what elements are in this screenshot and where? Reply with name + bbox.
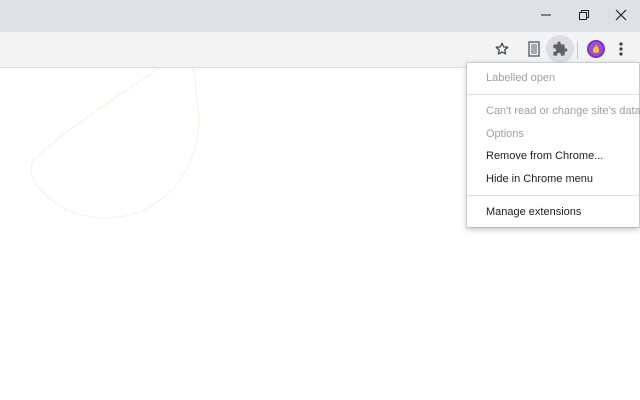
profile-avatar bbox=[587, 40, 605, 58]
extension-context-menu: Labelled open Can't read or change site'… bbox=[467, 63, 640, 227]
extensions-menu-button[interactable] bbox=[546, 35, 574, 63]
close-button[interactable] bbox=[602, 0, 640, 30]
restore-button[interactable] bbox=[565, 0, 603, 30]
star-icon bbox=[495, 42, 509, 55]
menu-separator bbox=[467, 94, 639, 95]
extension-button[interactable] bbox=[520, 35, 548, 63]
menu-item-hide-in-menu[interactable]: Hide in Chrome menu bbox=[467, 168, 639, 190]
menu-item-remove-from-chrome[interactable]: Remove from Chrome... bbox=[467, 145, 639, 167]
minimize-button[interactable] bbox=[527, 0, 565, 30]
faint-background-shape bbox=[30, 68, 200, 219]
title-bar bbox=[0, 0, 640, 32]
menu-item-site-access: Can't read or change site's data bbox=[486, 105, 640, 117]
close-icon bbox=[615, 9, 627, 21]
menu-separator bbox=[467, 195, 639, 196]
more-vert-icon bbox=[619, 42, 623, 56]
bookmark-star-button[interactable] bbox=[488, 35, 516, 63]
flame-icon bbox=[592, 44, 600, 53]
chrome-menu-button[interactable] bbox=[607, 35, 635, 63]
menu-header-extension-name: Labelled open bbox=[486, 72, 556, 84]
menu-item-manage-extensions[interactable]: Manage extensions bbox=[467, 201, 639, 223]
menu-item-options: Options bbox=[486, 128, 524, 140]
puzzle-icon bbox=[553, 41, 568, 56]
document-extension-icon bbox=[528, 41, 540, 57]
toolbar-divider bbox=[577, 41, 578, 59]
restore-icon bbox=[579, 10, 589, 20]
profile-button[interactable] bbox=[582, 35, 610, 63]
minimize-icon bbox=[541, 14, 551, 16]
